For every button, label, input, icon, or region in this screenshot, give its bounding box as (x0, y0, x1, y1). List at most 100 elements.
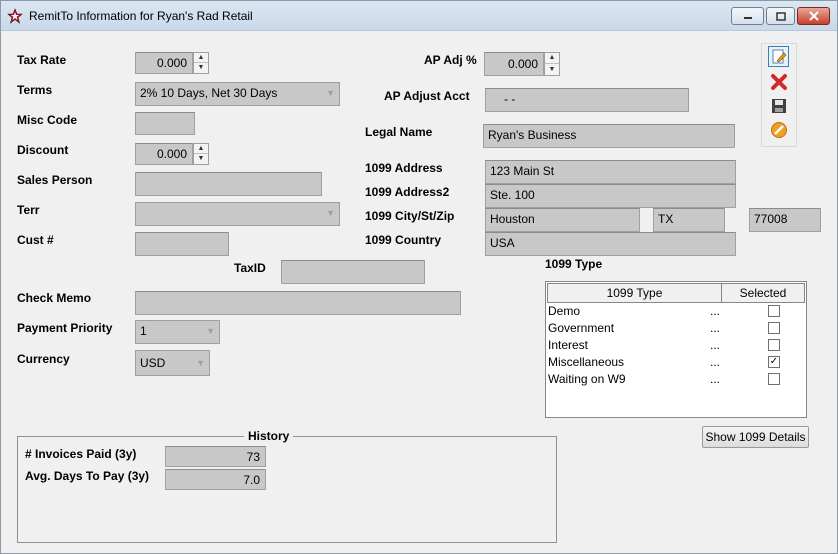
spin-down-icon[interactable]: ▼ (194, 63, 208, 73)
selected-checkbox[interactable] (768, 373, 780, 385)
close-icon (808, 11, 819, 21)
ap-adjust-acct-input[interactable]: - - (485, 88, 689, 112)
tax-rate-arrows[interactable]: ▲ ▼ (193, 52, 209, 74)
discount-label: Discount (17, 143, 69, 157)
table-row[interactable]: Government ... (548, 320, 804, 337)
tax-rate-input[interactable]: 0.000 (135, 52, 193, 74)
table-row[interactable]: Miscellaneous ... ✓ (548, 354, 804, 371)
row-ellipsis[interactable]: ... (710, 320, 720, 337)
column-header-type[interactable]: 1099 Type (547, 283, 722, 303)
payment-priority-label: Payment Priority (17, 321, 113, 335)
country-label: 1099 Country (365, 233, 442, 247)
spin-up-icon[interactable]: ▲ (194, 144, 208, 154)
minimize-button[interactable] (731, 7, 764, 25)
tax-id-label: TaxID (234, 261, 266, 275)
selected-checkbox[interactable] (768, 322, 780, 334)
cancel-button[interactable] (768, 119, 789, 140)
check-memo-input[interactable] (135, 291, 461, 315)
misc-code-label: Misc Code (17, 113, 78, 127)
spin-down-icon[interactable]: ▼ (545, 64, 559, 75)
selected-checkbox[interactable] (768, 305, 780, 317)
chevron-down-icon[interactable]: ▼ (196, 351, 205, 375)
table-row[interactable]: Waiting on W9 ... (548, 371, 804, 388)
cancel-icon (770, 121, 787, 138)
save-button[interactable] (768, 95, 789, 116)
type-name: Government (548, 321, 615, 335)
show-1099-details-button[interactable]: Show 1099 Details (702, 426, 809, 448)
delete-icon (770, 73, 787, 90)
cust-num-input[interactable] (135, 232, 229, 256)
tax-id-input[interactable] (281, 260, 425, 284)
ap-adj-pct-input[interactable]: 0.000 (484, 52, 544, 76)
address2-input[interactable]: Ste. 100 (485, 184, 736, 208)
ap-adjust-acct-label: AP Adjust Acct (384, 89, 470, 103)
terms-value: 2% 10 Days, Net 30 Days (140, 86, 278, 100)
tax-rate-label: Tax Rate (17, 53, 67, 67)
address2-label: 1099 Address2 (365, 185, 450, 199)
row-ellipsis[interactable]: ... (710, 337, 720, 354)
chevron-down-icon[interactable]: ▼ (326, 203, 335, 224)
maximize-icon (775, 11, 786, 21)
zip-input[interactable]: 77008 (749, 208, 821, 232)
sales-person-label: Sales Person (17, 173, 93, 187)
discount-input[interactable]: 0.000 (135, 143, 193, 165)
city-input[interactable]: Houston (485, 208, 640, 232)
delete-button[interactable] (768, 71, 789, 92)
type-name: Interest (548, 338, 589, 352)
terms-select[interactable]: 2% 10 Days, Net 30 Days ▼ (135, 82, 340, 106)
sales-person-input[interactable] (135, 172, 322, 196)
address1-input[interactable]: 123 Main St (485, 160, 736, 184)
edit-icon (772, 49, 786, 63)
state-input[interactable]: TX (653, 208, 725, 232)
spin-up-icon[interactable]: ▲ (194, 53, 208, 63)
minimize-icon (743, 17, 752, 19)
chevron-down-icon[interactable]: ▼ (326, 83, 335, 104)
remit-to-window: RemitTo Information for Ryan's Rad Retai… (0, 0, 838, 554)
invoices-paid-label: # Invoices Paid (3y) (25, 447, 137, 461)
maximize-button[interactable] (766, 7, 795, 25)
payment-priority-select[interactable]: 1 ▼ (135, 320, 220, 344)
row-ellipsis[interactable]: ... (710, 303, 720, 320)
payment-priority-value: 1 (140, 324, 147, 338)
window-title: RemitTo Information for Ryan's Rad Retai… (29, 9, 253, 23)
address1-label: 1099 Address (365, 161, 443, 175)
avg-days-label: Avg. Days To Pay (3y) (25, 469, 150, 483)
edit-button[interactable] (768, 46, 789, 67)
legal-name-label: Legal Name (365, 125, 433, 139)
type-name: Miscellaneous (548, 355, 625, 369)
avg-days-value: 7.0 (165, 469, 266, 490)
legal-name-input[interactable]: Ryan's Business (483, 124, 735, 148)
terms-label: Terms (17, 83, 53, 97)
terr-select[interactable]: ▼ (135, 202, 340, 226)
selected-checkbox[interactable] (768, 339, 780, 351)
city-st-zip-label: 1099 City/St/Zip (365, 209, 455, 223)
table-row[interactable]: Demo ... (548, 303, 804, 320)
terr-label: Terr (17, 203, 40, 217)
ap-adj-pct-arrows[interactable]: ▲ ▼ (544, 52, 560, 76)
selected-checkbox[interactable]: ✓ (768, 356, 780, 368)
history-title: History (244, 429, 294, 443)
currency-select[interactable]: USD ▼ (135, 350, 210, 376)
currency-label: Currency (17, 352, 70, 366)
column-header-selected[interactable]: Selected (721, 283, 805, 303)
row-ellipsis[interactable]: ... (710, 371, 720, 388)
spin-up-icon[interactable]: ▲ (545, 53, 559, 64)
type-1099-grid[interactable]: 1099 Type Selected Demo ... Government .… (545, 281, 807, 418)
row-ellipsis[interactable]: ... (710, 354, 720, 371)
type-name: Demo (548, 304, 581, 318)
country-input[interactable]: USA (485, 232, 736, 256)
invoices-paid-value: 73 (165, 446, 266, 467)
type-1099-section-label: 1099 Type (545, 257, 603, 271)
type-name: Waiting on W9 (548, 372, 626, 386)
save-icon (771, 98, 786, 113)
chevron-down-icon[interactable]: ▼ (206, 321, 215, 342)
cust-num-label: Cust # (17, 233, 54, 247)
spin-down-icon[interactable]: ▼ (194, 154, 208, 164)
close-button[interactable] (797, 7, 830, 25)
misc-code-input[interactable] (135, 112, 195, 135)
star-app-icon (7, 8, 23, 24)
table-row[interactable]: Interest ... (548, 337, 804, 354)
currency-value: USD (140, 356, 166, 370)
ap-adj-pct-label: AP Adj % (424, 53, 477, 67)
discount-arrows[interactable]: ▲ ▼ (193, 143, 209, 165)
